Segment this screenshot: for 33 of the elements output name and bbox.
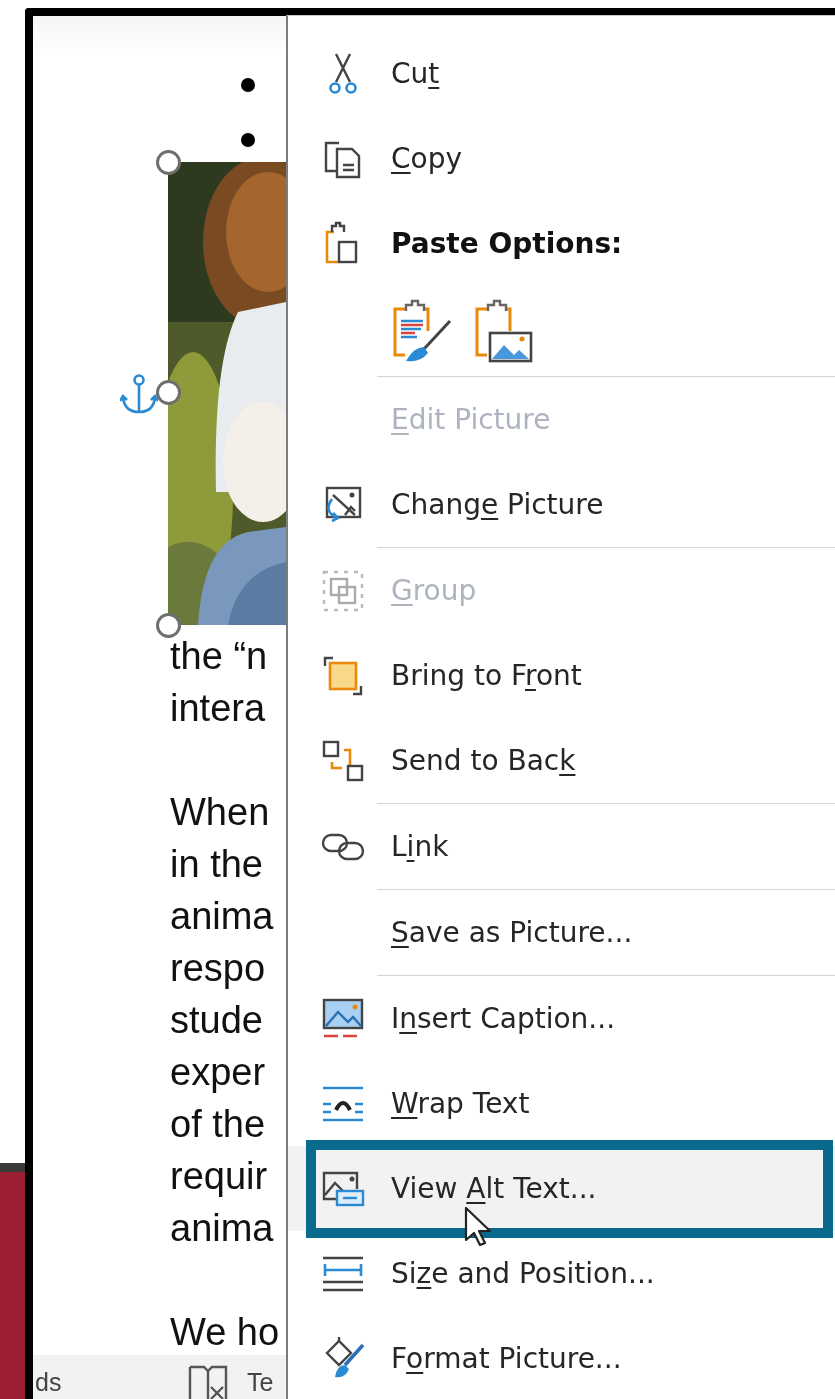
clipboard-brush-icon[interactable]	[392, 299, 452, 363]
menu-item[interactable]: Format Picture...	[288, 1316, 835, 1399]
resize-handle[interactable]	[156, 150, 181, 175]
document-text-line: in the	[170, 842, 263, 887]
resize-handle[interactable]	[156, 613, 181, 638]
document-text-line: anima	[170, 894, 274, 939]
document-text-line: We ho	[170, 1310, 280, 1355]
document-text-line: anima	[170, 1206, 274, 1251]
menu-item[interactable]: Wrap Text	[288, 1061, 835, 1146]
status-text: Te	[247, 1367, 274, 1398]
document-text-line: respo	[170, 946, 266, 991]
document-text-line: of the	[170, 1102, 266, 1147]
paste-options-heading: Paste Options:	[391, 225, 623, 262]
menu-item[interactable]: Insert Caption...	[288, 976, 835, 1061]
bullet-dot	[241, 78, 255, 92]
clipboard-picture-icon[interactable]	[474, 299, 534, 363]
bullet-dot	[241, 133, 255, 147]
cursor-icon	[464, 1206, 494, 1246]
menu-item[interactable]: Bring to Front	[288, 633, 835, 718]
document-text-line: requir	[170, 1154, 268, 1199]
document-text-line: stude	[170, 998, 263, 1043]
menu-item[interactable]: Copy	[288, 116, 835, 201]
menu-item[interactable]: Cut	[288, 31, 835, 116]
document-text-line: the “n	[170, 634, 268, 679]
menu-item[interactable]: Send to Back	[288, 718, 835, 803]
status-text: ds	[35, 1367, 62, 1398]
document-text-line: When	[170, 790, 270, 835]
menu-item[interactable]: Change Picture	[288, 462, 835, 547]
document-text-line: exper	[170, 1050, 266, 1095]
document-text-line: intera	[170, 686, 266, 731]
menu-item[interactable]: Save as Picture...	[288, 890, 835, 975]
book-icon[interactable]	[187, 1365, 229, 1399]
menu-item[interactable]: Link	[288, 804, 835, 889]
